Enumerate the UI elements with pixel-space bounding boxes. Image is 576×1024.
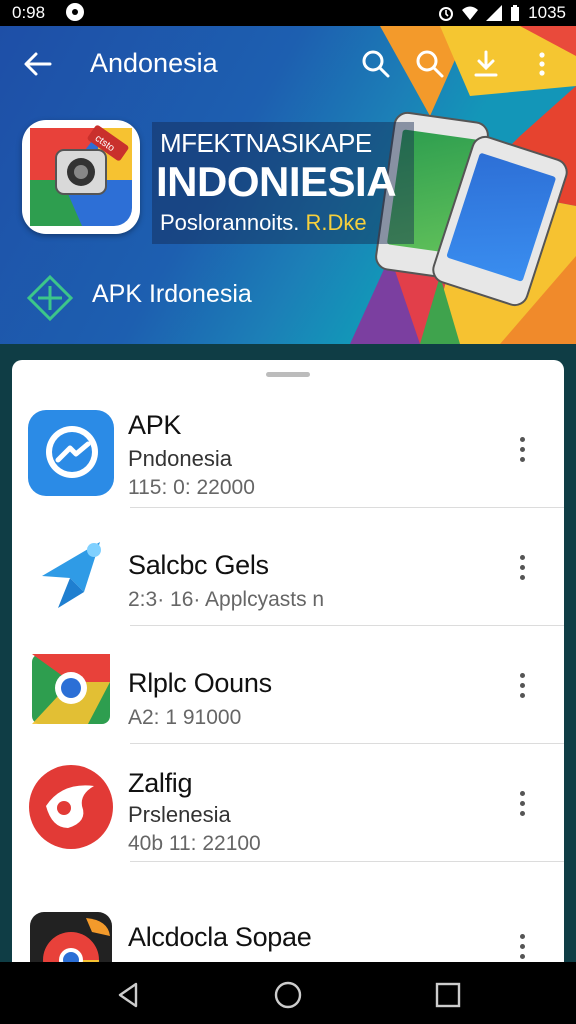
app-meta: 115: 0: 22000 (128, 476, 255, 499)
app-name: Rlplc Oouns (128, 668, 272, 698)
back-arrow-icon[interactable] (22, 50, 54, 78)
system-nav-bar (0, 962, 576, 1024)
sheet-drag-handle[interactable] (266, 372, 310, 377)
app-store-logo: ctsto (22, 120, 140, 234)
paper-plane-icon (42, 542, 101, 608)
more-options-icon[interactable] (510, 789, 534, 819)
list-item[interactable]: Rlplc Oouns A2: 1 91000 (12, 626, 564, 744)
signal-icon (486, 5, 503, 21)
nav-recents-icon[interactable] (431, 978, 465, 1012)
apk-brand-label: APK Irdonesia (92, 280, 252, 308)
battery-icon (511, 5, 520, 21)
chrome-icon (32, 654, 110, 724)
red-bird-icon (29, 765, 113, 849)
app-name: Salcbc Gels (128, 550, 269, 580)
more-options-icon[interactable] (510, 435, 534, 465)
list-item[interactable]: APK Pndonesia 115: 0: 22000 (12, 390, 564, 508)
search-icon-secondary[interactable] (414, 48, 446, 80)
banner-headline-top: MFEKTNASIKAPE (160, 128, 372, 158)
app-name: APK (128, 410, 182, 440)
top-app-bar: Andonesia (0, 26, 576, 98)
app-name: Alcdocla Sopae (128, 922, 312, 952)
app-developer: Pndonesia (128, 446, 232, 471)
app-developer: Prslenesia (128, 802, 231, 827)
app-list-sheet: APK Pndonesia 115: 0: 22000 Salcbc Gels … (12, 360, 564, 980)
nav-home-icon[interactable] (271, 978, 305, 1012)
banner-tagline: Poslorannoits. R.Dke (160, 210, 367, 236)
messenger-icon (28, 410, 114, 496)
nav-back-icon[interactable] (112, 978, 146, 1012)
status-icons: 1035 (438, 3, 566, 23)
banner-headline: INDONIESIA (156, 158, 397, 205)
diamond-logo-icon (26, 274, 74, 322)
banner-tagline-highlight: R.Dke (305, 210, 367, 235)
status-time: 0:98 (12, 3, 46, 22)
more-options-icon[interactable] (510, 932, 534, 962)
page-title: Andonesia (90, 48, 218, 78)
more-options-icon[interactable] (510, 553, 534, 583)
app-name: Zalfig (128, 768, 193, 798)
app-meta: A2: 1 91000 (128, 706, 242, 729)
more-options-icon[interactable] (510, 671, 534, 701)
search-icon[interactable] (360, 48, 392, 80)
divider (130, 861, 564, 862)
status-clock: 1035 (528, 3, 566, 22)
status-bar: 0:98 1035 (0, 0, 576, 26)
alarm-icon (439, 7, 454, 21)
overflow-menu-icon[interactable] (530, 48, 554, 80)
list-item[interactable]: Salcbc Gels 2:3· 16· Applcyasts n (12, 508, 564, 626)
notification-icon (66, 3, 84, 21)
list-item[interactable]: Zalfig Prslenesia 40b 11: 22100 (12, 744, 564, 862)
wifi-icon (462, 6, 479, 20)
app-meta: 40b 11: 22100 (128, 832, 261, 855)
download-icon[interactable] (470, 48, 502, 80)
app-meta: 2:3· 16· Applcyasts n (128, 588, 325, 611)
banner-tagline-text: Poslorannoits. (160, 210, 300, 235)
